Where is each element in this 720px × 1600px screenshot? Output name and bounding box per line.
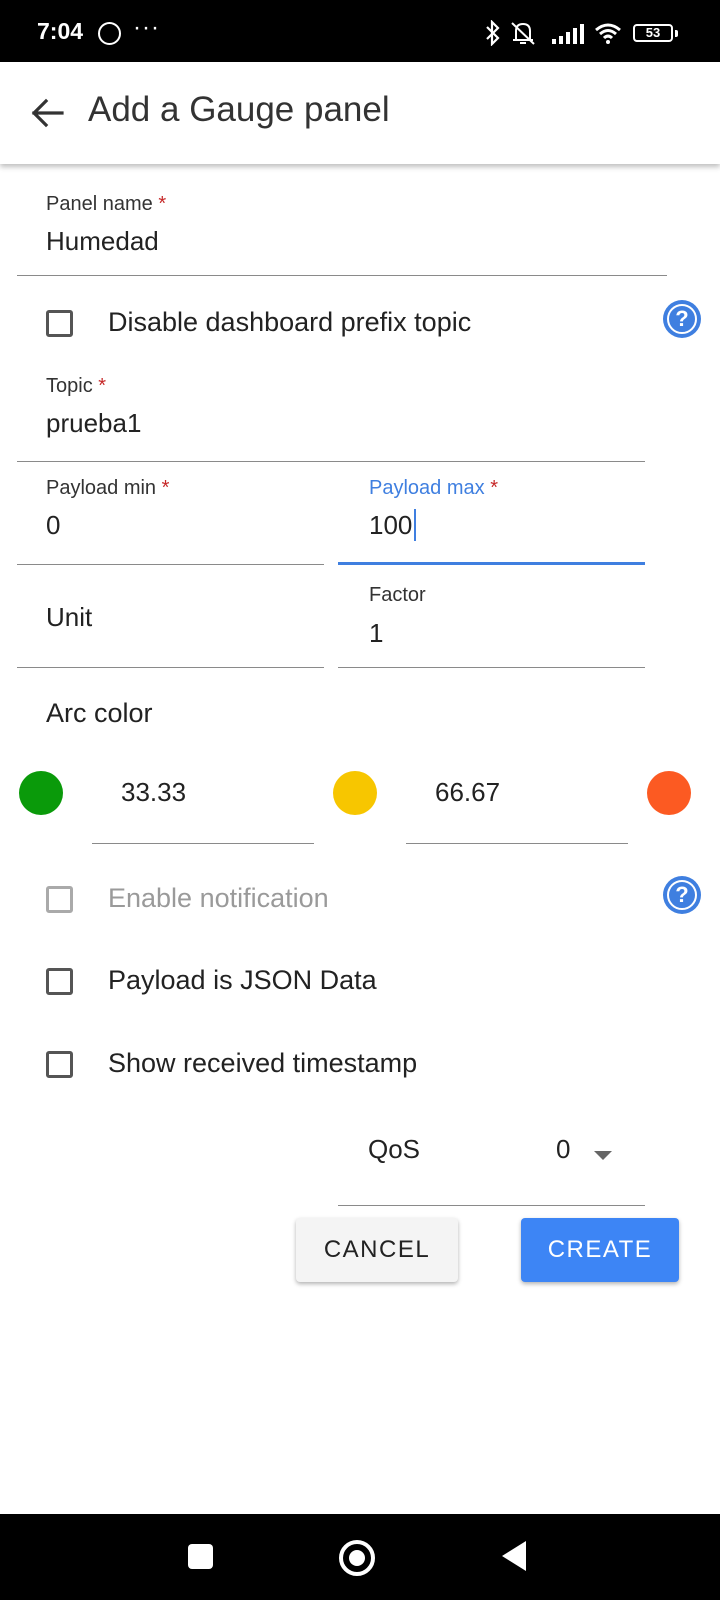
- enable-notification-row: Enable notification: [46, 882, 546, 922]
- disable-prefix-checkbox[interactable]: [46, 310, 73, 337]
- panel-name-value: Humedad: [46, 226, 159, 256]
- whatsapp-icon: [98, 22, 121, 45]
- arc-color-orange[interactable]: [647, 771, 691, 815]
- cancel-button[interactable]: CANCEL: [296, 1218, 458, 1282]
- qos-label: QoS: [368, 1134, 421, 1164]
- app-bar: Add a Gauge panel: [0, 62, 720, 164]
- arc-color-label: Arc color: [46, 698, 153, 728]
- unit-placeholder: Unit: [46, 602, 93, 632]
- create-button[interactable]: CREATE: [521, 1218, 679, 1282]
- topic-underline: [17, 461, 645, 462]
- threshold-2-field[interactable]: 66.67: [406, 762, 628, 844]
- text-cursor: [414, 509, 416, 541]
- wifi-icon: [595, 23, 621, 44]
- payload-max-field[interactable]: Payload max * 100: [338, 474, 645, 566]
- payload-max-underline: [338, 562, 645, 565]
- threshold-1-value: 33.33: [121, 777, 187, 807]
- panel-name-underline: [17, 275, 667, 276]
- show-timestamp-checkbox[interactable]: [46, 1051, 73, 1078]
- factor-value: 1: [369, 618, 384, 648]
- enable-notification-checkbox: [46, 886, 73, 913]
- payload-json-row[interactable]: Payload is JSON Data: [46, 964, 546, 1004]
- disable-prefix-label: Disable dashboard prefix topic: [108, 307, 472, 337]
- threshold-1-underline: [92, 843, 314, 844]
- arc-color-yellow[interactable]: [333, 771, 377, 815]
- factor-field[interactable]: Factor 1: [338, 576, 645, 668]
- mute-icon: [511, 22, 535, 45]
- battery-tip: [675, 30, 678, 37]
- navigation-bar: [0, 1514, 720, 1600]
- topic-field[interactable]: Topic * prueba1: [17, 372, 645, 464]
- battery-icon: 53: [633, 24, 673, 42]
- recent-apps-icon[interactable]: [188, 1544, 213, 1569]
- qos-underline: [338, 1205, 645, 1206]
- signal-icon: [552, 24, 584, 44]
- unit-field[interactable]: Unit: [17, 576, 324, 668]
- status-bar: 7:04 ··· 53: [0, 0, 720, 62]
- enable-notification-label: Enable notification: [108, 883, 329, 913]
- bluetooth-icon: [486, 20, 500, 46]
- back-arrow-icon[interactable]: [28, 93, 68, 133]
- qos-select[interactable]: QoS 0: [338, 1120, 645, 1206]
- arc-color-green[interactable]: [19, 771, 63, 815]
- topic-value: prueba1: [46, 408, 142, 438]
- disable-prefix-row[interactable]: Disable dashboard prefix topic: [46, 306, 606, 346]
- help-icon[interactable]: ?: [663, 876, 701, 914]
- payload-json-label: Payload is JSON Data: [108, 965, 377, 995]
- show-timestamp-label: Show received timestamp: [108, 1048, 418, 1078]
- payload-max-value: 100: [369, 510, 413, 540]
- payload-min-field[interactable]: Payload min * 0: [17, 474, 324, 566]
- threshold-1-field[interactable]: 33.33: [92, 762, 314, 844]
- factor-underline: [338, 667, 645, 668]
- payload-max-label: Payload max *: [369, 477, 498, 499]
- more-notifications-icon: ···: [133, 14, 160, 41]
- panel-name-label: Panel name *: [46, 193, 167, 215]
- help-icon[interactable]: ?: [663, 300, 701, 338]
- payload-min-label: Payload min *: [46, 477, 170, 499]
- topic-label: Topic *: [46, 375, 107, 397]
- payload-min-underline: [17, 564, 324, 565]
- payload-min-value: 0: [46, 510, 61, 540]
- threshold-2-value: 66.67: [435, 777, 501, 807]
- page-title: Add a Gauge panel: [88, 90, 390, 129]
- qos-value: 0: [556, 1134, 571, 1164]
- dropdown-arrow-icon: [594, 1151, 612, 1160]
- show-timestamp-row[interactable]: Show received timestamp: [46, 1047, 546, 1087]
- panel-name-field[interactable]: Panel name * Humedad: [17, 190, 667, 278]
- payload-json-checkbox[interactable]: [46, 968, 73, 995]
- nav-back-icon[interactable]: [502, 1541, 526, 1571]
- factor-label: Factor: [369, 584, 426, 606]
- home-icon[interactable]: [339, 1540, 375, 1576]
- status-time: 7:04: [37, 18, 84, 44]
- unit-underline: [17, 667, 324, 668]
- threshold-2-underline: [406, 843, 628, 844]
